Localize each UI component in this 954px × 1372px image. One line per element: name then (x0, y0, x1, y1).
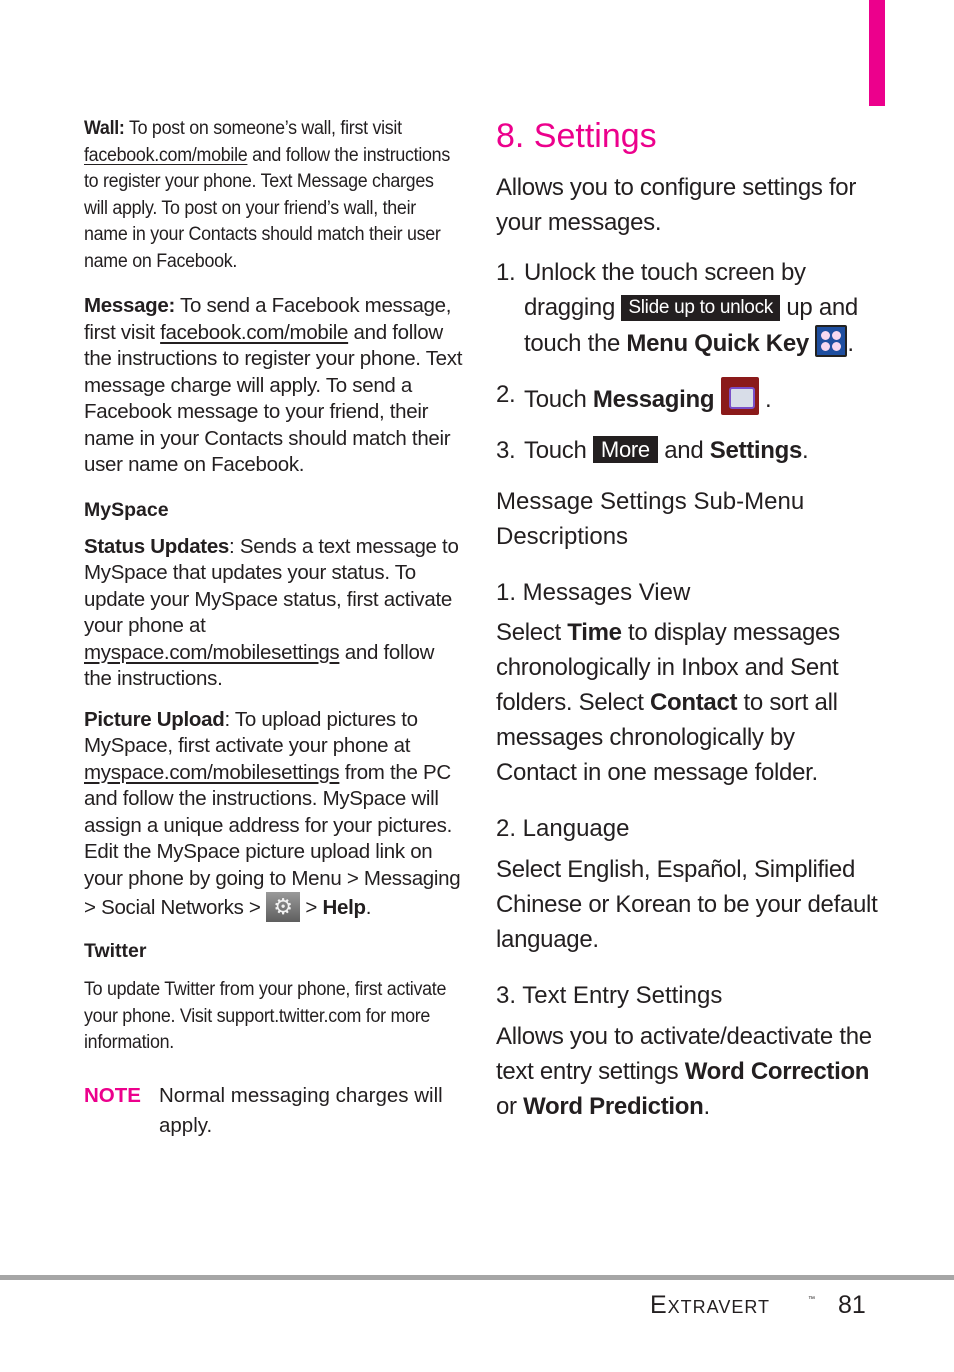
myspace-mobilesettings-link[interactable]: myspace.com/mobilesettings (84, 641, 340, 664)
twitter-paragraph: To update Twitter from your phone, first… (84, 979, 447, 1053)
menu-quick-key-label: Menu Quick Key (626, 330, 809, 357)
message-label: Message: (84, 294, 176, 317)
picture-upload-label: Picture Upload (84, 707, 225, 731)
page-number: 81 (838, 1291, 866, 1319)
myspace-mobilesettings-link[interactable]: myspace.com/mobilesettings (84, 761, 340, 784)
step-number: 1. (496, 259, 516, 286)
status-updates-label: Status Updates (84, 534, 230, 558)
contact-option: Contact (649, 689, 738, 716)
messages-view-heading: 1. Messages View (496, 579, 691, 606)
note-text: Normal messaging charges will apply. (159, 1083, 443, 1137)
word-prediction-option: Word Prediction (523, 1093, 704, 1120)
text-entry-settings-heading: 3. Text Entry Settings (496, 982, 723, 1009)
intro-paragraph: Allows you to configure settings for you… (496, 174, 857, 236)
text-entry-paragraph: Allows you to activate/deactivate the te… (496, 1023, 872, 1120)
language-heading: 2. Language (496, 815, 630, 842)
myspace-heading: MySpace (84, 498, 169, 521)
brand-logo: Extravert (650, 1291, 771, 1319)
left-column: Wall: To post on someone’s wall, first v… (84, 116, 464, 1141)
menu-quick-key-icon (815, 325, 848, 357)
footer-rule (0, 1275, 954, 1280)
facebook-mobile-link[interactable]: facebook.com/mobile (160, 321, 348, 344)
language-paragraph: Select English, Español, Simplified Chin… (496, 856, 878, 953)
trademark-symbol: ™ (808, 1296, 815, 1303)
note-callout: NOTE Normal messaging charges will apply… (84, 1081, 464, 1141)
time-option: Time (567, 619, 622, 646)
step-number: 2. (496, 381, 516, 408)
settings-gear-icon (266, 892, 300, 922)
messaging-icon (720, 377, 759, 415)
submenu-heading: Message Settings Sub-Menu Descriptions (496, 488, 805, 550)
section-tab-marker (869, 0, 885, 106)
messages-view-paragraph: Select Time to display messages chronolo… (496, 619, 840, 786)
slide-up-to-unlock-chip: Slide up to unlock (621, 295, 780, 321)
step-number: 3. (496, 437, 516, 464)
facebook-mobile-link[interactable]: facebook.com/mobile (84, 145, 248, 166)
help-label: Help (322, 896, 366, 919)
wall-label: Wall: (84, 118, 125, 139)
settings-label: Settings (709, 437, 803, 464)
picture-upload-paragraph: Picture Upload: To upload pictures to My… (84, 707, 464, 922)
messaging-label: Messaging (592, 386, 715, 413)
step-2: 2. Touch Messaging . (496, 377, 881, 417)
message-paragraph: Message: To send a Facebook message, fir… (84, 294, 463, 476)
section-title: 8. Settings (496, 117, 657, 155)
step-1: 1. Unlock the touch screen by dragging S… (496, 255, 881, 361)
step-3: 3. Touch More and Settings. (496, 433, 881, 468)
right-column: 8. Settings Allows you to configure sett… (496, 112, 881, 1124)
twitter-heading: Twitter (84, 940, 147, 962)
note-label: NOTE (84, 1083, 141, 1107)
word-correction-option: Word Correction (684, 1058, 870, 1085)
more-chip: More (592, 436, 658, 463)
status-updates-paragraph: Status Updates: Sends a text message to … (84, 534, 459, 691)
wall-paragraph: Wall: To post on someone’s wall, first v… (84, 118, 450, 272)
